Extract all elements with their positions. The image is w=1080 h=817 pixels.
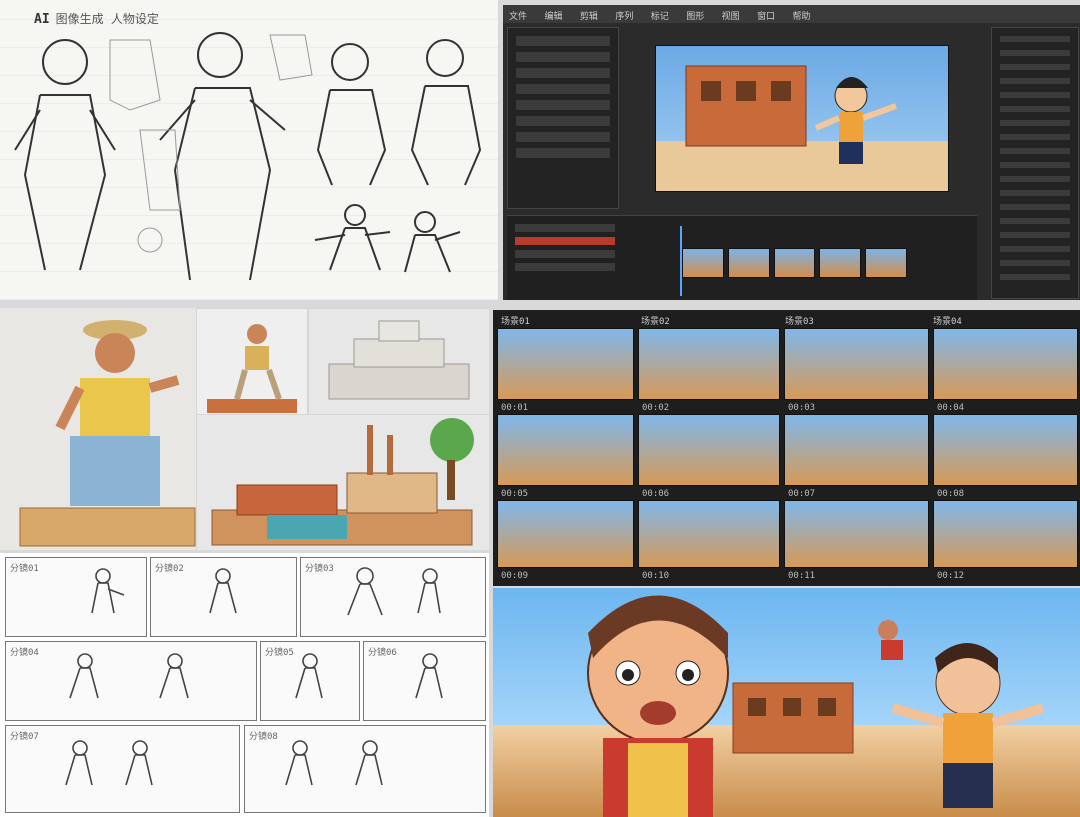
scene-label: 场景03 xyxy=(785,317,814,327)
menu-item[interactable]: 序列 xyxy=(615,9,633,22)
frame-time: 00:05 xyxy=(501,489,529,499)
menu-item[interactable]: 剪辑 xyxy=(580,9,598,22)
clay-figure-small xyxy=(207,324,297,413)
render-frame[interactable]: 00:01 xyxy=(497,328,634,413)
video-track[interactable] xyxy=(682,248,907,278)
render-frame[interactable]: 00:03 xyxy=(784,328,929,413)
clay-blocks xyxy=(328,320,470,400)
property-row[interactable] xyxy=(1000,190,1070,196)
render-frame[interactable]: 00:02 xyxy=(638,328,780,413)
editor-menu-bar: 文件 编辑 剪辑 序列 标记 图形 视图 窗口 帮助 xyxy=(503,5,1080,23)
menu-item[interactable]: 窗口 xyxy=(757,9,775,22)
project-item[interactable] xyxy=(516,132,610,142)
property-row[interactable] xyxy=(1000,260,1070,266)
character-sketch-sheet: AI 图像生成 人物设定 xyxy=(0,0,498,300)
frame-time: 00:04 xyxy=(937,403,965,413)
render-frame[interactable]: 00:08 xyxy=(933,414,1078,499)
property-row[interactable] xyxy=(1000,50,1070,56)
effect-controls-panel xyxy=(991,27,1079,299)
bin-item[interactable] xyxy=(515,250,615,258)
clay-figure-small-panel xyxy=(196,308,308,415)
clip[interactable] xyxy=(682,248,724,278)
project-item[interactable] xyxy=(516,52,610,62)
property-row[interactable] xyxy=(1000,232,1070,238)
render-frame[interactable]: 00:11 xyxy=(784,500,929,581)
scene-label: 场景04 xyxy=(933,317,962,327)
project-item[interactable] xyxy=(516,148,610,158)
frame-time: 00:09 xyxy=(501,571,529,581)
property-row[interactable] xyxy=(1000,218,1070,224)
property-row[interactable] xyxy=(1000,92,1070,98)
clay-blocks-panel xyxy=(308,308,489,415)
scene-label: 场景01 xyxy=(501,317,530,327)
preview-scene xyxy=(656,65,948,191)
render-frame[interactable]: 00:10 xyxy=(638,500,780,581)
project-item[interactable] xyxy=(516,116,610,126)
storyboard-sheet: 分镜01 分镜02 分镜03 分镜04 分镜05 分镜06 分镜07 分镜08 xyxy=(0,553,489,817)
frame-time: 00:02 xyxy=(642,403,670,413)
frame-time: 00:10 xyxy=(642,571,670,581)
character-line-drawings xyxy=(14,32,482,281)
project-item[interactable] xyxy=(516,84,610,94)
clip[interactable] xyxy=(865,248,907,278)
clay-figure-large xyxy=(19,320,196,547)
clip[interactable] xyxy=(773,248,816,278)
property-row[interactable] xyxy=(1000,134,1070,140)
clip[interactable] xyxy=(727,248,770,278)
property-row[interactable] xyxy=(1000,78,1070,84)
scene-label: 场景02 xyxy=(641,317,670,327)
clay-scene xyxy=(211,418,474,546)
final-render-image xyxy=(493,588,1080,817)
render-frame[interactable]: 00:06 xyxy=(638,414,780,499)
frame-time: 00:12 xyxy=(937,571,965,581)
menu-item[interactable]: 编辑 xyxy=(544,9,562,22)
property-row[interactable] xyxy=(1000,148,1070,154)
video-editor-window: 文件 编辑 剪辑 序列 标记 图形 视图 窗口 帮助 xyxy=(503,5,1080,300)
render-frame[interactable]: 00:04 xyxy=(933,328,1078,413)
property-row[interactable] xyxy=(1000,64,1070,70)
render-frame[interactable]: 00:12 xyxy=(933,500,1078,581)
render-frame[interactable]: 00:07 xyxy=(784,414,929,499)
menu-item[interactable]: 图形 xyxy=(686,9,704,22)
menu-item[interactable]: 帮助 xyxy=(793,9,811,22)
property-row[interactable] xyxy=(1000,120,1070,126)
clay-model-showcase xyxy=(0,308,489,550)
program-monitor[interactable] xyxy=(655,45,949,192)
project-panel xyxy=(507,27,619,209)
render-frame[interactable]: 00:05 xyxy=(497,414,634,499)
frame-time: 00:08 xyxy=(937,489,965,499)
bin-item-selected[interactable] xyxy=(515,237,615,245)
project-item[interactable] xyxy=(516,68,610,78)
storyboard-figures xyxy=(65,567,443,786)
bin-item[interactable] xyxy=(515,263,615,271)
property-row[interactable] xyxy=(1000,246,1070,252)
menu-item[interactable]: 视图 xyxy=(722,9,740,22)
clip[interactable] xyxy=(819,248,862,278)
frame-time: 00:03 xyxy=(788,403,816,413)
property-row[interactable] xyxy=(1000,162,1070,168)
timeline-panel xyxy=(507,215,977,300)
property-row[interactable] xyxy=(1000,204,1070,210)
property-row[interactable] xyxy=(1000,36,1070,42)
menu-item[interactable]: 标记 xyxy=(651,9,669,22)
frame-time: 00:01 xyxy=(501,403,529,413)
bin-item[interactable] xyxy=(515,224,615,232)
frame-time: 00:07 xyxy=(788,489,816,499)
frame-time: 00:06 xyxy=(642,489,670,499)
render-frame[interactable]: 00:09 xyxy=(497,500,634,581)
project-tree xyxy=(516,36,610,164)
property-row[interactable] xyxy=(1000,106,1070,112)
menu-item[interactable]: 文件 xyxy=(509,9,527,22)
clay-scene-panel xyxy=(196,414,489,550)
timeline-playhead[interactable] xyxy=(680,226,682,296)
project-item[interactable] xyxy=(516,100,610,110)
render-frame-grid: 场景01 场景02 场景03 场景04 00:01 00:02 00:03 00… xyxy=(493,310,1080,586)
final-render-scene xyxy=(587,595,1045,817)
property-row[interactable] xyxy=(1000,274,1070,280)
project-item[interactable] xyxy=(516,36,610,46)
bin-list xyxy=(515,224,615,276)
property-row[interactable] xyxy=(1000,176,1070,182)
frame-time: 00:11 xyxy=(788,571,816,581)
